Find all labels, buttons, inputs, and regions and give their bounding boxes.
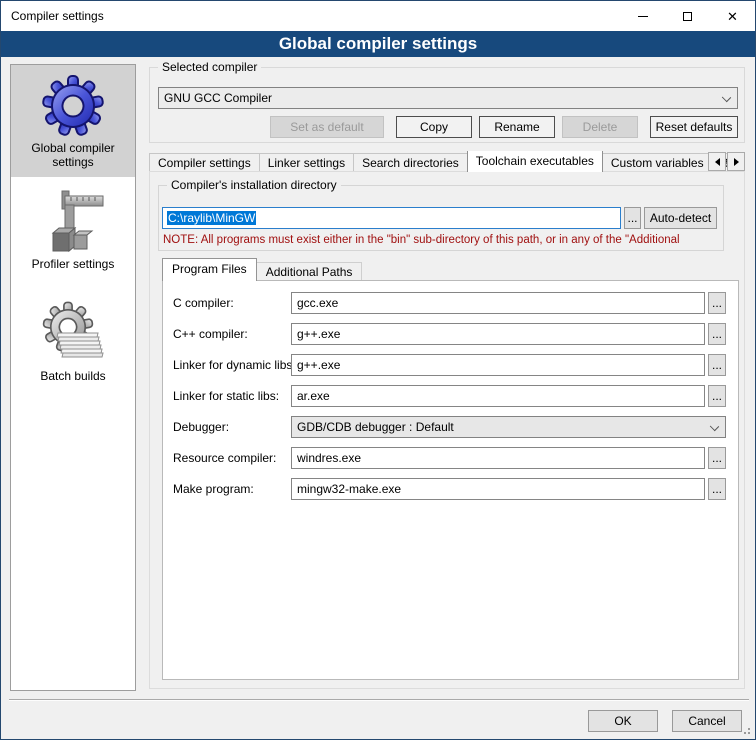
debugger-select-value: GDB/CDB debugger : Default	[297, 420, 454, 434]
installation-directory-browse-button[interactable]: ...	[624, 207, 641, 229]
program-files-tabstrip: Program Files Additional Paths	[162, 259, 361, 281]
settings-category-list: Global compiler settings	[10, 64, 136, 691]
linker-static-browse-button[interactable]: ...	[708, 385, 726, 407]
auto-detect-button[interactable]: Auto-detect	[644, 207, 717, 229]
rename-button[interactable]: Rename	[479, 116, 555, 138]
sidebar-item-batch-builds[interactable]: Batch builds	[11, 293, 135, 391]
arrow-right-icon	[734, 158, 739, 166]
installation-note: NOTE: All programs must exist either in …	[163, 234, 719, 246]
installation-directory-group: Compiler's installation directory C:\ray…	[158, 185, 724, 251]
reset-defaults-button[interactable]: Reset defaults	[650, 116, 738, 138]
cpp-compiler-browse-button[interactable]: ...	[708, 323, 726, 345]
blue-gear-icon	[41, 73, 105, 137]
copy-button[interactable]: Copy	[396, 116, 472, 138]
toolchain-executables-page: Compiler's installation directory C:\ray…	[149, 171, 745, 689]
tab-custom-variables[interactable]: Custom variables	[602, 153, 713, 172]
minimize-button[interactable]	[620, 1, 665, 31]
footer-divider	[9, 699, 749, 701]
sidebar-item-label: Profiler settings	[13, 257, 133, 271]
selected-compiler-legend: Selected compiler	[158, 60, 261, 74]
tab-linker-settings[interactable]: Linker settings	[259, 153, 354, 172]
sidebar-item-label: Batch builds	[13, 369, 133, 383]
close-button[interactable]: ✕	[710, 1, 755, 31]
linker-dynamic-browse-button[interactable]: ...	[708, 354, 726, 376]
field-label: Linker for static libs:	[173, 385, 279, 407]
chevron-down-icon	[710, 422, 719, 431]
titlebar: Compiler settings ✕	[1, 1, 755, 31]
sidebar-item-label: Global compiler settings	[13, 141, 133, 169]
gray-gear-papers-icon	[41, 301, 105, 365]
sidebar-item-global-compiler-settings[interactable]: Global compiler settings	[11, 65, 135, 177]
resize-grip[interactable]	[742, 726, 750, 734]
settings-tabstrip: Compiler settings Linker settings Search…	[149, 151, 745, 172]
resource-compiler-input[interactable]	[291, 447, 705, 469]
close-icon: ✕	[727, 10, 738, 23]
debugger-select[interactable]: GDB/CDB debugger : Default	[291, 416, 726, 438]
compiler-select-value: GNU GCC Compiler	[164, 91, 272, 105]
delete-button[interactable]: Delete	[562, 116, 638, 138]
field-label: C++ compiler:	[173, 323, 248, 345]
c-compiler-input[interactable]	[291, 292, 705, 314]
linker-dynamic-row: Linker for dynamic libs: ...	[163, 354, 738, 376]
program-files-page: C compiler: ... C++ compiler: ... Linker…	[162, 280, 739, 680]
tab-compiler-settings[interactable]: Compiler settings	[149, 153, 260, 172]
field-label: Debugger:	[173, 416, 229, 438]
field-label: Resource compiler:	[173, 447, 276, 469]
tab-scroll-right-button[interactable]	[727, 152, 745, 171]
make-program-browse-button[interactable]: ...	[708, 478, 726, 500]
linker-dynamic-input[interactable]	[291, 354, 705, 376]
selected-compiler-group: Selected compiler GNU GCC Compiler Set a…	[149, 67, 745, 143]
compiler-settings-dialog: { "window": { "title": "Compiler setting…	[0, 0, 756, 740]
c-compiler-row: C compiler: ...	[163, 292, 738, 314]
arrow-left-icon	[715, 158, 720, 166]
resource-compiler-browse-button[interactable]: ...	[708, 447, 726, 469]
cpp-compiler-row: C++ compiler: ...	[163, 323, 738, 345]
ok-button[interactable]: OK	[588, 710, 658, 732]
set-as-default-button[interactable]: Set as default	[270, 116, 384, 138]
field-label: Make program:	[173, 478, 254, 500]
tab-scroll-left-button[interactable]	[708, 152, 726, 171]
subtab-additional-paths[interactable]: Additional Paths	[256, 262, 363, 281]
field-label: C compiler:	[173, 292, 234, 314]
linker-static-row: Linker for static libs: ...	[163, 385, 738, 407]
cpp-compiler-input[interactable]	[291, 323, 705, 345]
maximize-button[interactable]	[665, 1, 710, 31]
tab-scroll-buttons	[707, 152, 745, 171]
tab-search-directories[interactable]: Search directories	[353, 153, 468, 172]
debugger-row: Debugger: GDB/CDB debugger : Default	[163, 416, 738, 438]
c-compiler-browse-button[interactable]: ...	[708, 292, 726, 314]
field-label: Linker for dynamic libs:	[173, 354, 296, 376]
compiler-select[interactable]: GNU GCC Compiler	[158, 87, 738, 109]
installation-directory-legend: Compiler's installation directory	[167, 178, 341, 192]
dialog-banner-title: Global compiler settings	[1, 31, 755, 57]
installation-directory-input[interactable]: C:\raylib\MinGW	[162, 207, 621, 229]
sidebar-item-profiler-settings[interactable]: Profiler settings	[11, 181, 135, 279]
installation-directory-value: C:\raylib\MinGW	[167, 211, 256, 225]
tab-toolchain-executables[interactable]: Toolchain executables	[467, 151, 603, 172]
linker-static-input[interactable]	[291, 385, 705, 407]
subtab-program-files[interactable]: Program Files	[162, 258, 257, 281]
cancel-button[interactable]: Cancel	[672, 710, 742, 732]
minimize-icon	[638, 16, 648, 17]
caliper-icon	[41, 189, 105, 253]
window-title: Compiler settings	[1, 9, 620, 23]
chevron-down-icon	[722, 93, 731, 102]
maximize-icon	[683, 12, 692, 21]
make-program-input[interactable]	[291, 478, 705, 500]
resource-compiler-row: Resource compiler: ...	[163, 447, 738, 469]
make-program-row: Make program: ...	[163, 478, 738, 500]
